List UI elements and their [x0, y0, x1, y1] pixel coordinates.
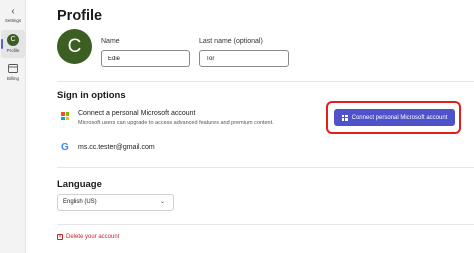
- sign-in-options-heading: Sign in options: [57, 90, 126, 101]
- google-icon: G: [61, 142, 69, 153]
- rail-profile-label[interactable]: Profile: [0, 48, 26, 53]
- profile-avatar[interactable]: C: [57, 29, 92, 64]
- last-name-label: Last name (optional): [199, 38, 263, 45]
- rail-billing-label[interactable]: Billing: [0, 76, 26, 81]
- divider: [57, 167, 474, 168]
- language-selected-value: English (US): [63, 199, 97, 205]
- back-chevron-icon[interactable]: ‹: [7, 6, 19, 18]
- name-label: Name: [101, 38, 120, 45]
- language-select[interactable]: English (US) ⌄: [57, 194, 174, 211]
- microsoft-option-title: Connect a personal Microsoft account: [78, 110, 196, 117]
- microsoft-logo-icon: [61, 112, 69, 120]
- delete-account-label: Delete your account: [66, 234, 120, 240]
- divider: [57, 224, 474, 225]
- language-heading: Language: [57, 179, 102, 190]
- delete-account-link[interactable]: × Delete your account: [57, 234, 119, 240]
- settings-rail: ‹ Settings C Profile Billing: [0, 0, 26, 253]
- first-name-input[interactable]: [101, 50, 190, 67]
- last-name-input[interactable]: [199, 50, 289, 67]
- google-account-email: ms.cc.tester@gmail.com: [78, 144, 155, 151]
- connect-microsoft-account-button[interactable]: Connect personal Microsoft account: [334, 109, 455, 126]
- rail-profile-avatar[interactable]: C: [7, 34, 19, 46]
- connect-button-label: Connect personal Microsoft account: [351, 114, 448, 121]
- rail-settings-label: Settings: [4, 18, 22, 23]
- chevron-down-icon: ⌄: [159, 199, 165, 205]
- billing-icon[interactable]: [8, 64, 18, 73]
- close-icon: ×: [57, 234, 63, 240]
- microsoft-logo-icon: [341, 114, 348, 121]
- microsoft-option-description: Microsoft users can upgrade to access ad…: [78, 120, 274, 126]
- divider: [57, 81, 474, 82]
- page-title: Profile: [57, 8, 103, 24]
